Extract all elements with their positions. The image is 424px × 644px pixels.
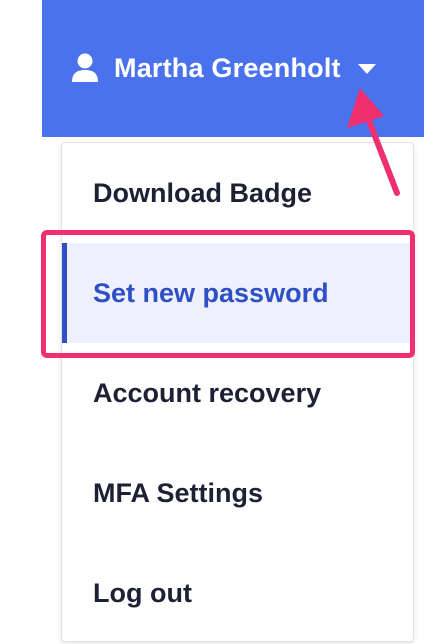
user-name-label: Martha Greenholt [114,52,341,83]
menu-item-label: Download Badge [93,177,313,208]
user-dropdown-menu: Download Badge Set new password Account … [61,142,414,642]
menu-item-account-recovery[interactable]: Account recovery [62,343,413,443]
menu-item-log-out[interactable]: Log out [62,543,413,643]
menu-item-mfa-settings[interactable]: MFA Settings [62,443,413,543]
menu-item-set-new-password[interactable]: Set new password [62,243,413,343]
caret-down-icon [357,62,377,74]
menu-item-download-badge[interactable]: Download Badge [62,143,413,243]
menu-item-label: Set new password [93,277,329,308]
menu-item-label: Account recovery [93,377,322,408]
user-icon [72,53,98,83]
menu-item-label: MFA Settings [93,477,264,508]
menu-item-label: Log out [93,577,192,608]
page: Martha Greenholt Download Badge Set new … [0,0,424,644]
user-menu-button[interactable]: Martha Greenholt [72,50,377,86]
